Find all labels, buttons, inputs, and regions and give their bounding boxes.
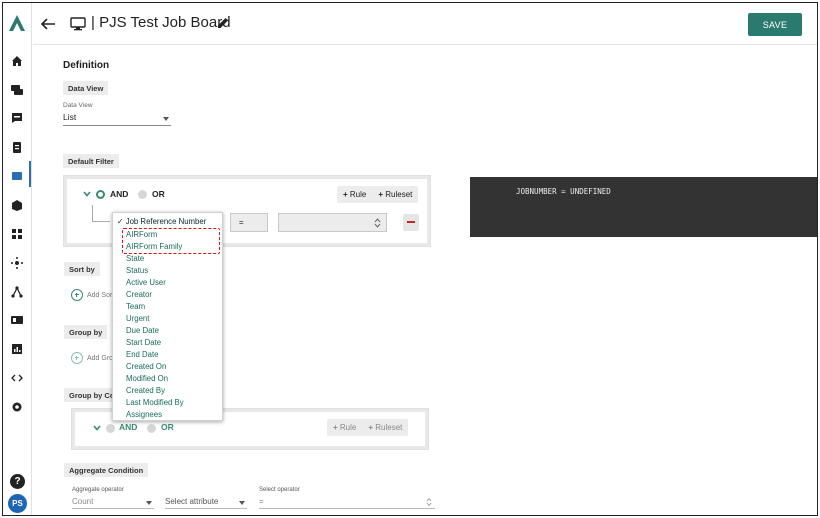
dropdown-item[interactable]: Creator — [126, 290, 152, 299]
select-operator-select[interactable]: = — [259, 496, 435, 509]
field-dropdown-menu: ✓ Job Reference Number AIRForm AIRForm F… — [112, 212, 223, 421]
sidebar: ? PS — [3, 3, 32, 515]
and-radio[interactable] — [96, 190, 105, 199]
hierarchy-icon[interactable] — [10, 285, 24, 299]
app-window: ? PS | PJS Test Job Board SAVE Definitio… — [2, 2, 818, 516]
select-operator-value: = — [259, 497, 264, 506]
code-icon[interactable] — [10, 371, 24, 385]
header: | PJS Test Job Board SAVE — [33, 3, 817, 45]
sort-by-chip: Sort by — [64, 262, 100, 276]
and-label: AND — [119, 422, 138, 432]
aggregate-operator-value: Count — [72, 497, 94, 506]
dashboard-icon[interactable] — [10, 227, 24, 241]
dropdown-item[interactable]: AIRForm Family — [126, 242, 182, 251]
or-label: OR — [152, 189, 165, 199]
aggregate-operator-select[interactable]: Count — [72, 496, 154, 509]
help-icon[interactable]: ? — [10, 474, 25, 489]
data-view-value: List — [63, 112, 77, 122]
dropdown-item[interactable]: Status — [126, 266, 148, 275]
add-rule-button[interactable]: + Rule — [337, 186, 372, 203]
dropdown-item[interactable]: State — [126, 254, 144, 263]
chevron-down-icon — [239, 501, 245, 505]
dropdown-item[interactable]: Team — [126, 302, 145, 311]
page-title-text: PJS Test Job Board — [99, 14, 231, 31]
active-indicator — [29, 161, 31, 187]
collapse-chevron-icon[interactable] — [83, 191, 91, 197]
back-arrow-icon[interactable] — [39, 15, 57, 33]
dropdown-item[interactable]: Active User — [126, 278, 166, 287]
add-ruleset-button[interactable]: + Ruleset — [372, 186, 418, 203]
dropdown-item[interactable]: Start Date — [126, 338, 161, 347]
or-radio[interactable] — [147, 424, 156, 433]
dropdown-item[interactable]: Created On — [126, 362, 166, 371]
add-circle-icon — [71, 352, 83, 364]
and-radio[interactable] — [106, 424, 115, 433]
dropdown-item[interactable]: Due Date — [126, 326, 159, 335]
dropdown-selected-item[interactable]: ✓ Job Reference Number — [117, 217, 206, 226]
collapse-chevron-icon[interactable] — [93, 425, 101, 431]
chat-icon[interactable] — [10, 83, 24, 97]
chart-icon[interactable] — [10, 342, 24, 356]
add-sort-button[interactable]: Add Sort — [71, 289, 114, 301]
or-radio[interactable] — [138, 190, 147, 199]
dropdown-item[interactable]: Assignees — [126, 410, 162, 419]
data-view-label: Data View — [63, 102, 93, 109]
chevron-down-icon — [163, 117, 169, 121]
definition-heading: Definition — [63, 60, 110, 71]
group-by-chip: Group by — [64, 325, 108, 339]
avatar[interactable]: PS — [8, 494, 27, 513]
id-card-icon[interactable] — [10, 313, 24, 327]
data-view-chip: Data View — [63, 81, 109, 95]
and-label: AND — [110, 189, 129, 199]
value-input[interactable] — [278, 213, 387, 232]
add-ruleset-button[interactable]: + Ruleset — [362, 419, 408, 436]
select-attribute-select[interactable]: Select attribute — [165, 496, 247, 509]
tree-connector — [92, 205, 93, 222]
remove-rule-button[interactable] — [403, 214, 419, 231]
message-icon[interactable] — [10, 111, 24, 125]
home-icon[interactable] — [10, 54, 24, 68]
aggregate-condition-chip: Aggregate Condition — [64, 463, 149, 477]
operator-value: = — [239, 218, 244, 227]
dropdown-item[interactable]: Modified On — [126, 374, 168, 383]
aggregate-operator-label: Aggregate operator — [72, 487, 124, 493]
network-icon[interactable] — [10, 256, 24, 270]
filter-button-group: + Rule + Ruleset — [337, 186, 419, 203]
dropdown-item[interactable]: Last Modified By — [126, 398, 184, 407]
tree-connector-h — [92, 221, 110, 222]
chevron-down-icon — [146, 501, 152, 505]
clipboard-icon[interactable] — [10, 140, 24, 154]
dropdown-item[interactable]: Urgent — [126, 314, 149, 323]
app-logo-icon[interactable] — [7, 13, 27, 33]
stepper-icon[interactable] — [426, 497, 432, 507]
dropdown-item[interactable]: End Date — [126, 350, 159, 359]
data-view-select[interactable]: List — [63, 112, 171, 126]
board-icon[interactable] — [10, 169, 24, 183]
gear-icon[interactable] — [10, 400, 24, 414]
default-filter-chip: Default Filter — [63, 154, 119, 168]
add-rule-button[interactable]: + Rule — [327, 419, 362, 436]
select-attribute-placeholder: Select attribute — [165, 497, 219, 506]
filter-expression-preview: JOBNUMBER = UNDEFINED — [470, 177, 817, 237]
dropdown-item[interactable]: Created By — [126, 386, 165, 395]
stepper-icon[interactable] — [374, 218, 381, 228]
operator-select[interactable]: = — [230, 213, 268, 232]
page-title: | PJS Test Job Board — [91, 14, 231, 31]
save-button[interactable]: SAVE — [748, 13, 802, 36]
add-circle-icon — [71, 289, 83, 301]
dropdown-item[interactable]: AIRForm — [126, 230, 157, 239]
monitor-icon — [70, 17, 86, 31]
edit-pencil-icon[interactable] — [216, 16, 230, 30]
group-filter-button-group: + Rule + Ruleset — [327, 419, 409, 436]
select-operator-label: Select operator — [259, 487, 300, 493]
box-icon[interactable] — [10, 198, 24, 212]
or-label: OR — [161, 422, 174, 432]
